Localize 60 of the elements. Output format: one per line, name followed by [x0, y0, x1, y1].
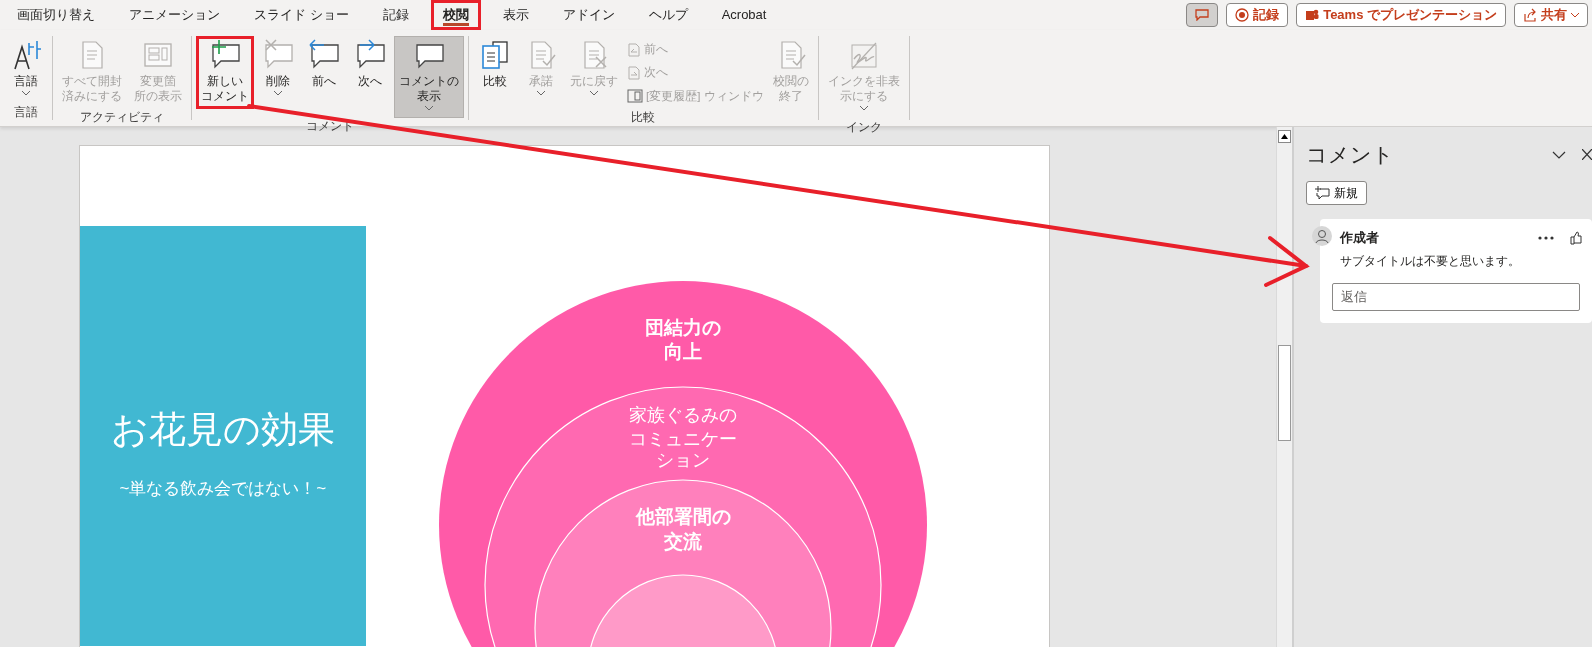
ring-label: 団結力の	[644, 317, 721, 338]
share-button[interactable]: 共有	[1514, 3, 1588, 27]
slide-subtitle: ~単なる飲み会ではない！~	[119, 478, 327, 500]
next-change-icon	[627, 65, 641, 80]
ribbon-tab[interactable]: ヘルプ	[636, 0, 700, 30]
ring-label: ション	[655, 450, 710, 470]
ribbon-button[interactable]: 次へ	[348, 36, 392, 94]
teams-present-button[interactable]: Teams でプレゼンテーション	[1296, 3, 1506, 27]
record-button[interactable]: 記録	[1226, 3, 1289, 27]
pane-title: コメント	[1306, 142, 1394, 168]
reply-field[interactable]: 返信	[1332, 282, 1580, 311]
ring-label: 向上	[663, 341, 702, 362]
share-icon	[1523, 8, 1537, 22]
ribbon-button[interactable]: 新しい コメント	[196, 36, 254, 109]
up-arrow-icon	[1281, 134, 1288, 139]
like-icon[interactable]	[1570, 230, 1582, 245]
ribbon-tab[interactable]: アドイン	[550, 0, 627, 30]
record-icon	[1235, 8, 1250, 22]
new-comment-icon	[1315, 185, 1330, 200]
scrollbar[interactable]	[1276, 127, 1292, 647]
new-comment-icon	[209, 39, 241, 71]
previous-comment-icon	[308, 39, 340, 71]
ribbon-button[interactable]: 比較	[473, 36, 517, 94]
ribbon-button[interactable]: 前へ	[302, 36, 346, 94]
comment-icon	[1195, 9, 1210, 21]
comment-author: 作成者	[1340, 229, 1379, 247]
delete-comment-icon	[262, 39, 294, 71]
next-comment-icon	[354, 39, 386, 71]
ribbon-tab[interactable]: 記録	[370, 0, 421, 30]
compare-icon	[479, 39, 511, 71]
ribbon-button[interactable]: 削除	[256, 36, 300, 104]
teams-icon	[1305, 8, 1320, 22]
ring-label: 交流	[663, 531, 702, 552]
ribbon-tab[interactable]: スライド ショー	[242, 0, 361, 30]
ring-label: 家族ぐるみの	[628, 405, 737, 425]
avatar-icon	[1312, 225, 1332, 246]
group-label: コメント	[305, 118, 355, 134]
scroll-up-button[interactable]	[1278, 130, 1291, 143]
ribbon-button[interactable]: 言語	[4, 36, 48, 104]
group-label: 比較	[630, 109, 657, 125]
ribbon-tab[interactable]: Acrobat	[709, 0, 779, 30]
group-label: 言語	[13, 104, 39, 120]
ribbon-button[interactable]: コメントの 表示	[394, 36, 464, 118]
previous-change-icon	[627, 42, 641, 57]
scroll-thumb[interactable]	[1278, 345, 1291, 441]
close-icon[interactable]	[1582, 149, 1592, 161]
more-icon[interactable]	[1538, 235, 1554, 240]
ribbon-tab[interactable]: 表示	[490, 0, 541, 30]
group-label: アクティビティ	[79, 109, 165, 125]
ribbon-tab[interactable]: 画面切り替え	[5, 0, 107, 30]
ring-label: 他部署間の	[635, 506, 731, 527]
collapse-icon[interactable]	[1552, 150, 1566, 159]
ring-label: コミュニケー	[628, 429, 737, 449]
comments-button[interactable]	[1186, 3, 1219, 27]
pane-icon	[627, 89, 643, 104]
comment-text: サブタイトルは不要と思います。	[1340, 254, 1521, 270]
ribbon-tab[interactable]: アニメーション	[117, 0, 232, 30]
new-comment-button[interactable]: 新規	[1306, 180, 1367, 205]
group-label: インク	[844, 119, 883, 135]
slide-title: お花見の効果	[110, 408, 335, 452]
